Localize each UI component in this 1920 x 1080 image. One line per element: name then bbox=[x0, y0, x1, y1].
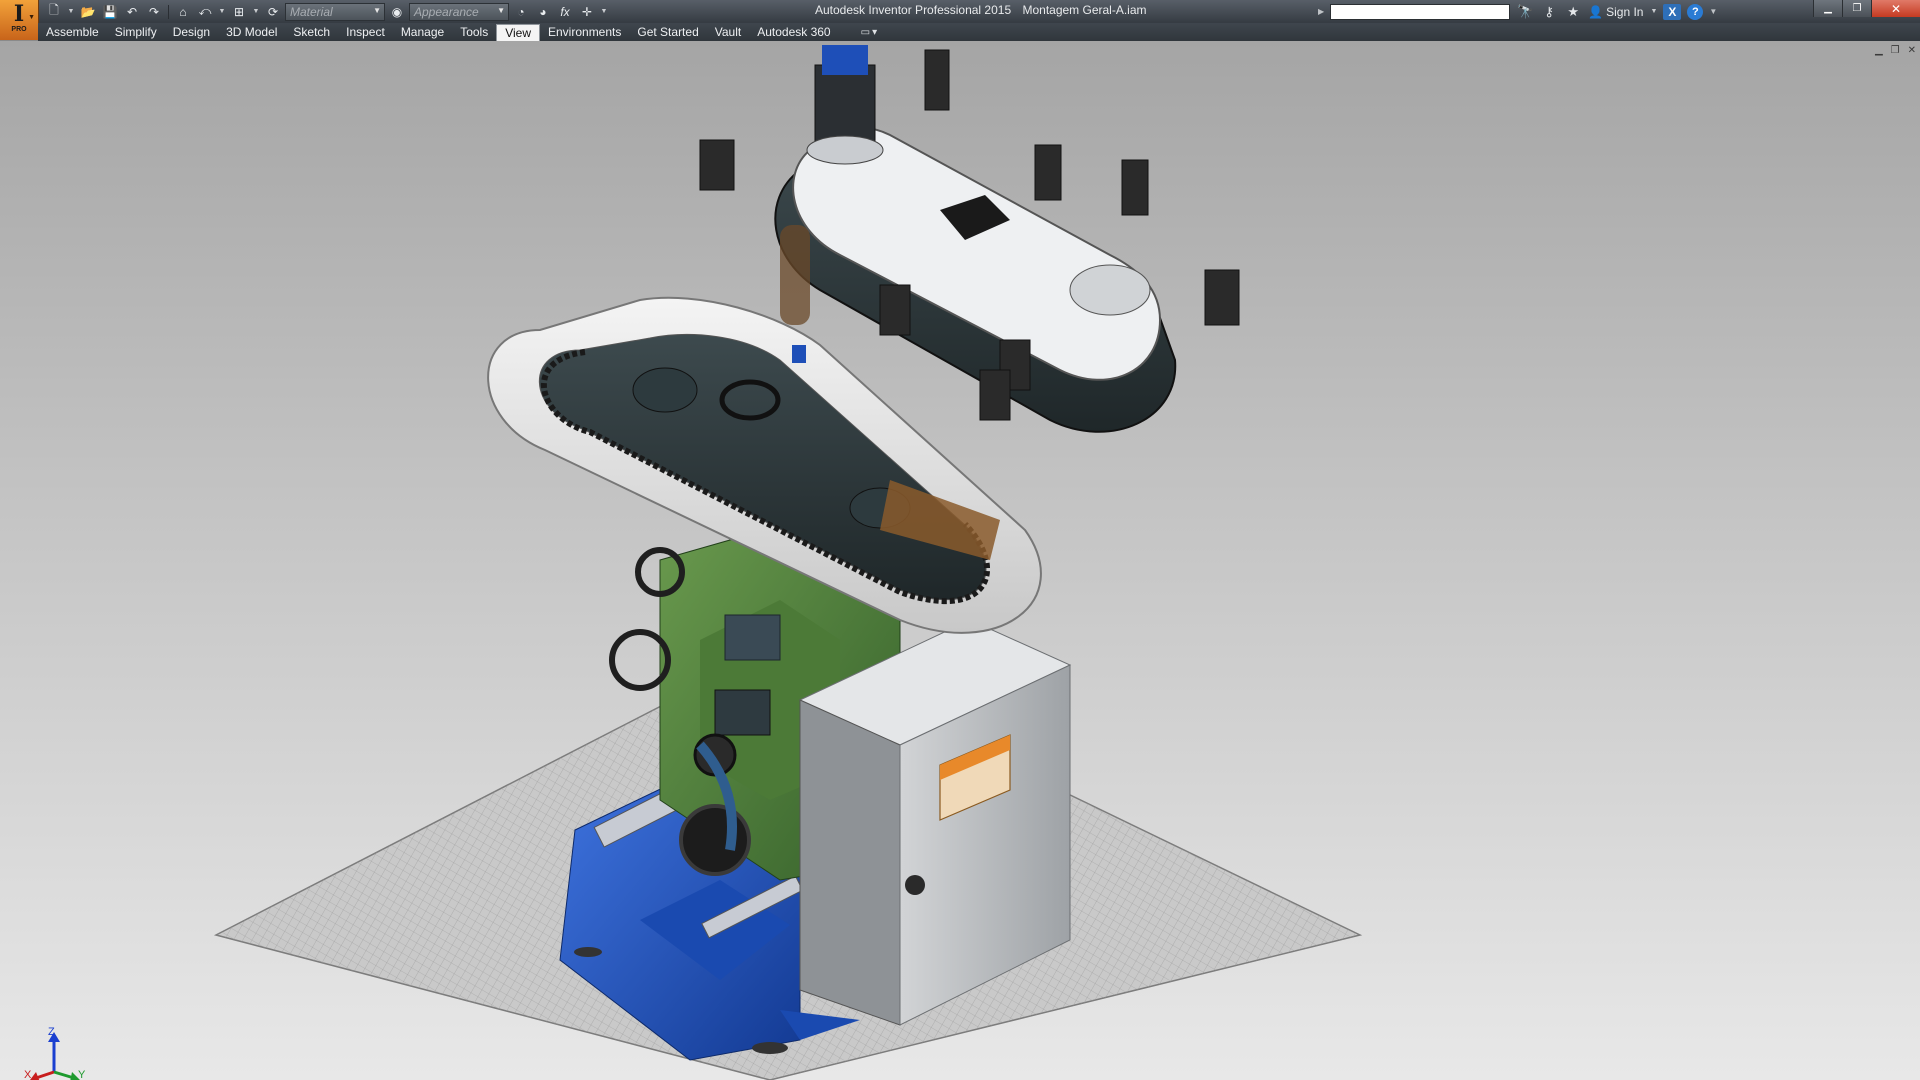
parameters-icon[interactable]: fx bbox=[555, 3, 575, 21]
sign-in-label: Sign In bbox=[1606, 4, 1644, 19]
view-triad[interactable]: Z X Y bbox=[22, 1026, 92, 1080]
new-icon[interactable]: 🗋 bbox=[44, 3, 64, 21]
tab-3d-model[interactable]: 3D Model bbox=[218, 24, 285, 41]
chevron-down-icon: ▼ bbox=[373, 5, 381, 15]
axis-z-label: Z bbox=[48, 1026, 55, 1038]
customize-dropdown-icon[interactable]: ▼ bbox=[599, 3, 609, 21]
graphics-viewport[interactable]: ▁ ❐ ✕ Z X Y bbox=[0, 41, 1920, 1080]
help-dropdown-icon[interactable]: ▼ bbox=[1709, 7, 1717, 16]
tab-environments[interactable]: Environments bbox=[540, 24, 629, 41]
tab-vault[interactable]: Vault bbox=[707, 24, 749, 41]
tab-design[interactable]: Design bbox=[165, 24, 218, 41]
axis-x-label: X bbox=[24, 1069, 32, 1080]
tab-sketch[interactable]: Sketch bbox=[285, 24, 338, 41]
assembly-3d-model[interactable] bbox=[0, 41, 1920, 1080]
tab-get-started[interactable]: Get Started bbox=[629, 24, 706, 41]
axis-y-label: Y bbox=[78, 1069, 86, 1080]
help-icon[interactable]: ? bbox=[1687, 3, 1704, 20]
adjust-icon[interactable]: ◕ bbox=[533, 3, 553, 21]
restore-button[interactable]: ❐ bbox=[1842, 0, 1871, 17]
title-bar: I PRO ▼ 🗋 ▼ 📂 💾 ↶ ↷ ⌂ ⤺ ▼ ⊞ ▼ ⟳ Material… bbox=[0, 0, 1920, 40]
chevron-down-icon: ▾ bbox=[872, 26, 878, 38]
save-icon[interactable]: 💾 bbox=[100, 3, 120, 21]
infocenter: ▶ 🔭 ⚷ ★ 👤 Sign In ▼ X ? ▼ bbox=[1318, 2, 1717, 21]
ribbon-display-toggle[interactable]: ▭ ▾ bbox=[861, 27, 877, 38]
edition-label: PRO bbox=[11, 26, 27, 33]
inventor-logo-icon: I bbox=[13, 1, 25, 27]
redo-icon[interactable]: ↷ bbox=[144, 3, 164, 21]
quick-access-toolbar: 🗋 ▼ 📂 💾 ↶ ↷ ⌂ ⤺ ▼ ⊞ ▼ ⟳ Material ▼ ◉ App… bbox=[44, 2, 609, 21]
tab-inspect[interactable]: Inspect bbox=[338, 24, 393, 41]
material-placeholder: Material bbox=[290, 4, 333, 19]
user-icon: 👤 bbox=[1588, 4, 1604, 19]
update-icon[interactable]: ⟳ bbox=[263, 3, 283, 21]
toolbar-separator bbox=[168, 4, 169, 19]
star-icon[interactable]: ★ bbox=[1564, 4, 1582, 20]
application-title: Autodesk Inventor Professional 2015 bbox=[815, 3, 1012, 17]
search-expand-icon[interactable]: ▶ bbox=[1318, 7, 1324, 16]
material-combo[interactable]: Material ▼ bbox=[285, 2, 385, 21]
close-button[interactable]: ✕ bbox=[1871, 0, 1920, 17]
return-icon[interactable]: ⤺ bbox=[195, 3, 215, 21]
binoculars-icon[interactable]: 🔭 bbox=[1516, 4, 1534, 20]
key-icon[interactable]: ⚷ bbox=[1540, 4, 1558, 20]
sign-in-button[interactable]: 👤 Sign In ▼ bbox=[1588, 5, 1657, 19]
minimize-button[interactable]: ▁ bbox=[1813, 0, 1842, 17]
tab-simplify[interactable]: Simplify bbox=[107, 24, 165, 41]
new-dropdown-icon[interactable]: ▼ bbox=[66, 3, 76, 21]
help-search-input[interactable] bbox=[1330, 3, 1511, 20]
open-icon[interactable]: 📂 bbox=[78, 3, 98, 21]
appearance-combo[interactable]: Appearance ▼ bbox=[409, 2, 509, 21]
chevron-down-icon: ▼ bbox=[1650, 8, 1658, 15]
return-dropdown-icon[interactable]: ▼ bbox=[217, 3, 227, 21]
tab-tools[interactable]: Tools bbox=[452, 24, 496, 41]
select-dropdown-icon[interactable]: ▼ bbox=[251, 3, 261, 21]
document-title: Montagem Geral-A.iam bbox=[1022, 3, 1147, 17]
tab-assemble[interactable]: Assemble bbox=[38, 24, 107, 41]
window-title: Autodesk Inventor Professional 2015 Mont… bbox=[815, 3, 1155, 17]
ribbon-minimize-icon: ▭ bbox=[860, 26, 871, 38]
clear-override-icon[interactable]: ◔ bbox=[511, 3, 531, 21]
appearance-sphere-icon: ◉ bbox=[391, 4, 403, 19]
appearance-placeholder: Appearance bbox=[414, 4, 479, 19]
tab-manage[interactable]: Manage bbox=[393, 24, 452, 41]
home-icon[interactable]: ⌂ bbox=[173, 3, 193, 21]
exchange-apps-icon[interactable]: X bbox=[1663, 3, 1682, 20]
undo-icon[interactable]: ↶ bbox=[122, 3, 142, 21]
select-icon[interactable]: ⊞ bbox=[229, 3, 249, 21]
application-menu-button[interactable]: I PRO ▼ bbox=[0, 0, 39, 40]
tab-autodesk-360[interactable]: Autodesk 360 bbox=[749, 24, 838, 41]
chevron-down-icon: ▼ bbox=[28, 14, 35, 21]
window-controls: ▁ ❐ ✕ bbox=[1813, 0, 1920, 17]
chevron-down-icon: ▼ bbox=[497, 5, 505, 15]
tab-view[interactable]: View bbox=[496, 23, 540, 41]
ribbon-tab-bar: Assemble Simplify Design 3D Model Sketch… bbox=[38, 23, 1920, 41]
measure-icon[interactable]: ✛ bbox=[577, 3, 597, 21]
